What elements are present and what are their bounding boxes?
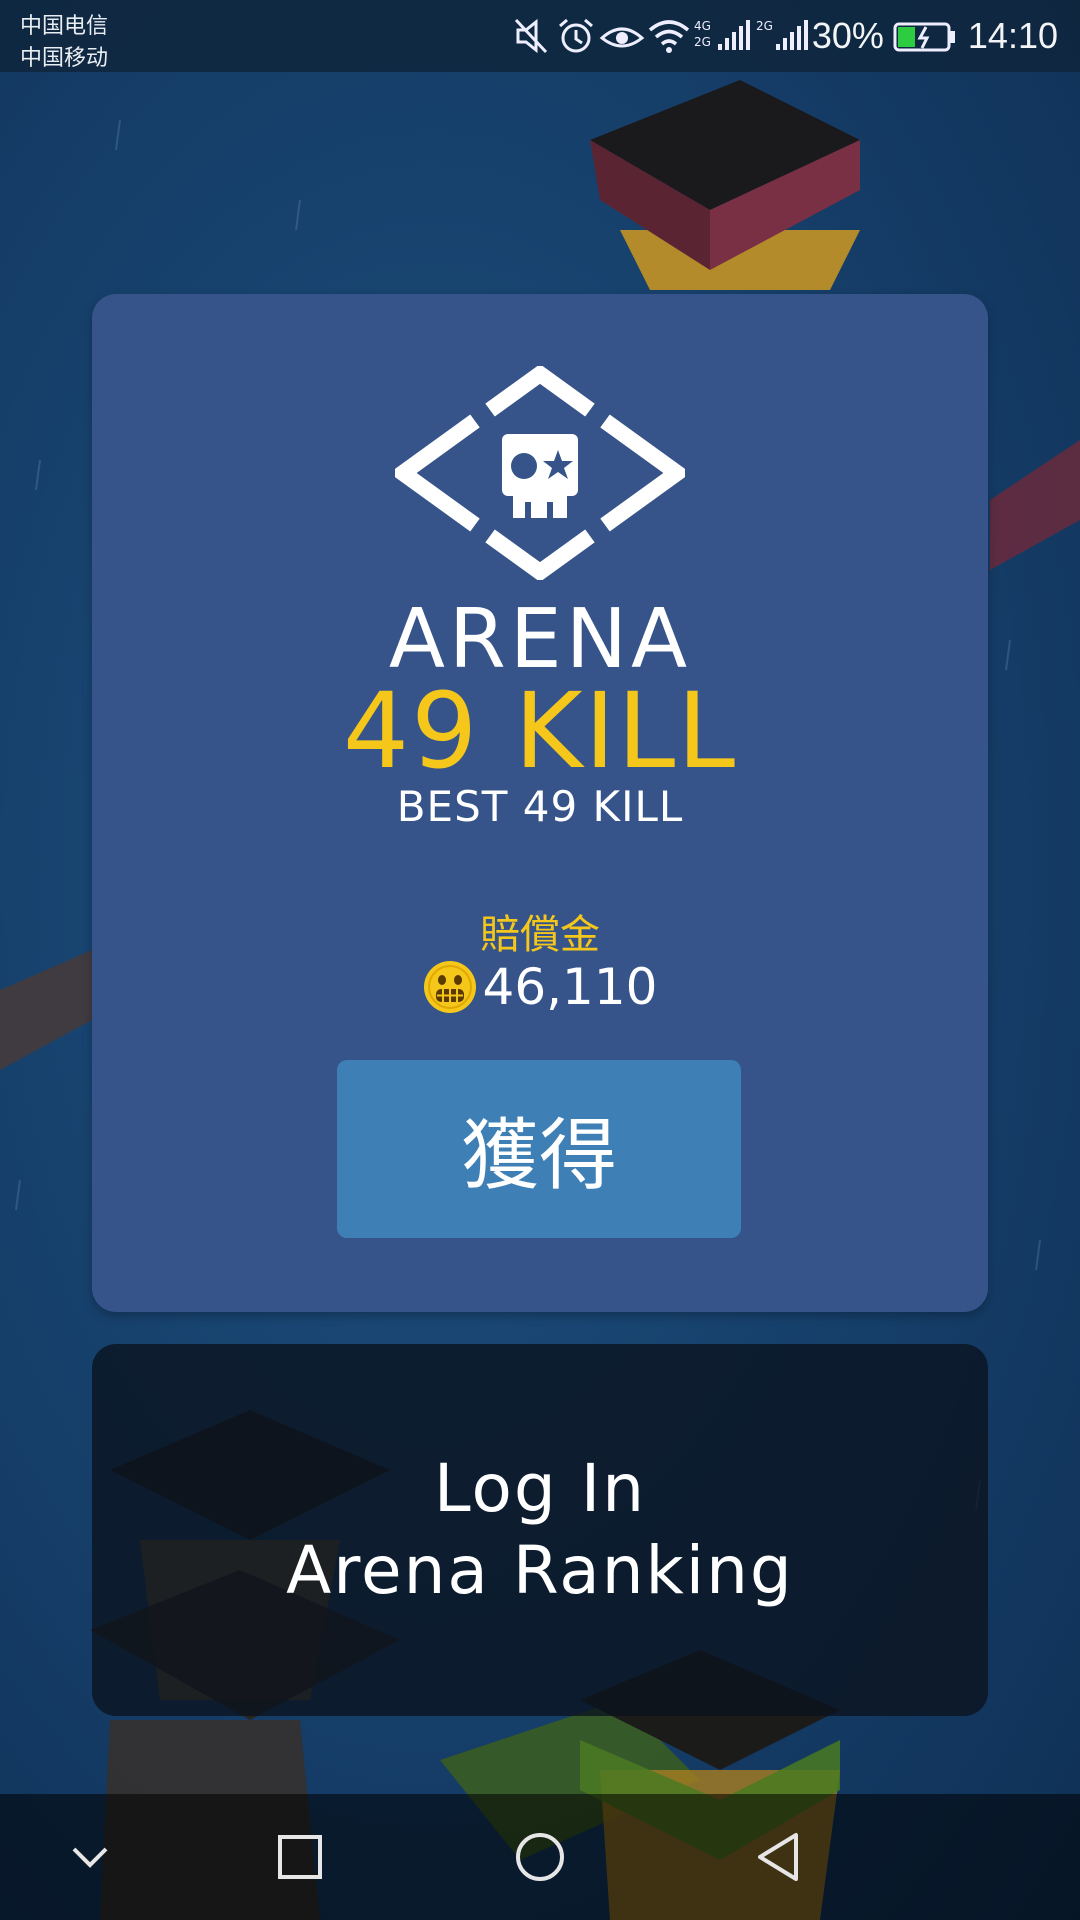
login-arena-ranking-button[interactable]: Log In Arena Ranking xyxy=(92,1344,988,1716)
signal-icon-2: 2G xyxy=(756,19,808,50)
kill-count: 49 KILL xyxy=(342,670,738,792)
claim-reward-button[interactable]: 獲得 xyxy=(337,1060,741,1238)
carrier-name-2: 中国移动 xyxy=(20,46,109,71)
collapse-icon[interactable] xyxy=(60,1827,120,1887)
svg-text:2G: 2G xyxy=(694,35,711,49)
grinning-coin-icon xyxy=(423,961,476,1013)
battery-percent: 30% xyxy=(811,15,884,56)
eye-comfort-icon xyxy=(599,27,645,48)
status-icons: 4G 2G 2G 30% 14:10 xyxy=(510,14,1058,58)
alarm-icon xyxy=(558,18,593,53)
reward-row: 46,110 xyxy=(92,958,988,1016)
carrier-name-1: 中国电信 xyxy=(20,14,109,39)
svg-text:4G: 4G xyxy=(694,19,711,33)
mute-icon xyxy=(514,18,547,54)
clock: 14:10 xyxy=(967,15,1058,56)
back-icon[interactable] xyxy=(750,1827,810,1887)
recents-icon[interactable] xyxy=(270,1827,330,1887)
login-label-line2: Arena Ranking xyxy=(286,1532,794,1609)
battery-charging-icon xyxy=(893,22,955,52)
home-icon[interactable] xyxy=(510,1827,570,1887)
navigation-bar xyxy=(0,1794,1080,1920)
match-result-card: ARENA 49 KILL BEST 49 KILL 賠償金 46,110 獲得 xyxy=(92,294,988,1312)
best-kill-record: BEST 49 KILL xyxy=(396,782,684,831)
reward-label: 賠償金 xyxy=(480,912,600,958)
wifi-icon xyxy=(648,20,689,53)
login-label-line1: Log In xyxy=(433,1450,647,1527)
signal-icon: 4G 2G xyxy=(694,19,750,50)
skull-star-diamond-icon xyxy=(395,366,685,580)
svg-text:2G: 2G xyxy=(756,19,773,33)
status-bar: 中国电信 中国移动 4G 2G 2G 30% 14:10 xyxy=(0,0,1080,72)
reward-amount: 46,110 xyxy=(482,958,658,1016)
